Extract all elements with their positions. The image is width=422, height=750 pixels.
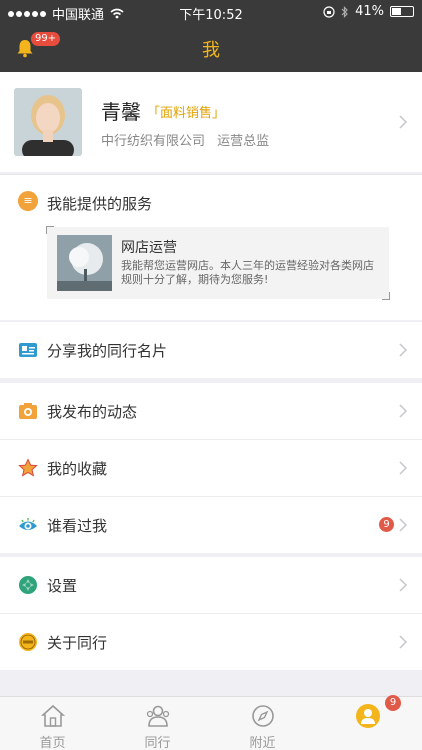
chevron-right-icon [399,461,408,475]
me-tab-badge: 9 [385,695,401,711]
star-icon [18,458,38,477]
service-item[interactable]: 网店运营 我能帮您运营网店。本人三年的运营经验对各类网店规则十分了解，期待为您服… [46,226,390,300]
service-description: 我能帮您运营网店。本人三年的运营经验对各类网店规则十分了解，期待为您服务! [121,259,374,286]
battery-percent: 41% [355,4,384,19]
profile-company-line: 中行纺织有限公司 运营总监 [101,130,269,149]
about-label: 关于同行 [47,634,108,652]
status-right: 41% [323,4,414,19]
chevron-right-icon [399,115,408,129]
card-corner [46,226,54,234]
tab-home[interactable]: 首页 [0,697,105,750]
who-viewed-label: 谁看过我 [47,517,108,535]
app-screen: 中国联通 下午10:52 41% 99+ 我 青馨 「面料销售」 中行纺织有限公… [0,0,422,750]
app-logo-icon [19,633,37,651]
tab-nearby[interactable]: 附近 [210,697,315,750]
tab-label: 同行 [144,736,171,750]
my-posts-row[interactable]: 我发布的动态 [0,383,422,439]
home-icon [40,704,66,727]
camera-icon [19,403,37,419]
tab-peers[interactable]: 同行 [105,697,210,750]
my-posts-label: 我发布的动态 [47,403,138,421]
favorites-row[interactable]: 我的收藏 [0,440,422,496]
services-title: 我能提供的服务 [47,195,153,213]
chevron-right-icon [399,343,408,357]
avatar[interactable] [14,88,82,156]
tab-label: 附近 [249,736,276,750]
job-position: 运营总监 [217,134,270,149]
battery-icon [390,6,414,17]
share-card-label: 分享我的同行名片 [47,342,168,360]
settings-row[interactable]: 设置 [0,557,422,613]
business-card-icon [19,343,37,357]
gear-icon [19,576,37,594]
profile-name: 青馨 [101,100,141,124]
service-thumbnail [57,235,112,291]
page-title: 我 [202,40,220,60]
about-row[interactable]: 关于同行 [0,614,422,670]
tab-label: 首页 [39,736,66,750]
share-card-row[interactable]: 分享我的同行名片 [0,322,422,378]
company-name: 中行纺织有限公司 [101,134,206,149]
bluetooth-icon [341,5,348,18]
chevron-right-icon [399,404,408,418]
status-bar: 中国联通 下午10:52 41% [0,0,422,24]
people-icon [146,705,170,727]
service-title: 网店运营 [121,240,177,256]
orientation-lock-icon [323,5,335,18]
card-corner [382,292,390,300]
compass-icon [252,705,274,727]
view-count-badge: 9 [379,517,394,532]
services-icon: ≡ [18,191,38,211]
settings-label: 设置 [47,577,78,595]
services-section: ≡ 我能提供的服务 网店运营 我能帮您运营网店。本人三年的运营经验对各类网店规则… [0,174,422,320]
chevron-right-icon [399,578,408,592]
tab-me[interactable]: 9 [315,695,420,750]
tab-bar: 首页 同行 附近 9 [0,695,422,750]
chevron-right-icon [399,518,408,532]
top-bar: 中国联通 下午10:52 41% 99+ 我 [0,0,422,72]
profile-card[interactable]: 青馨 「面料销售」 中行纺织有限公司 运营总监 [0,72,422,172]
nav-bar: 99+ 我 [0,24,422,72]
favorites-label: 我的收藏 [47,460,108,478]
eye-icon [19,518,37,530]
profile-icon [356,704,380,728]
profile-role: 「面料销售」 [147,106,226,121]
who-viewed-row[interactable]: 谁看过我 9 [0,497,422,553]
chevron-right-icon [399,635,408,649]
